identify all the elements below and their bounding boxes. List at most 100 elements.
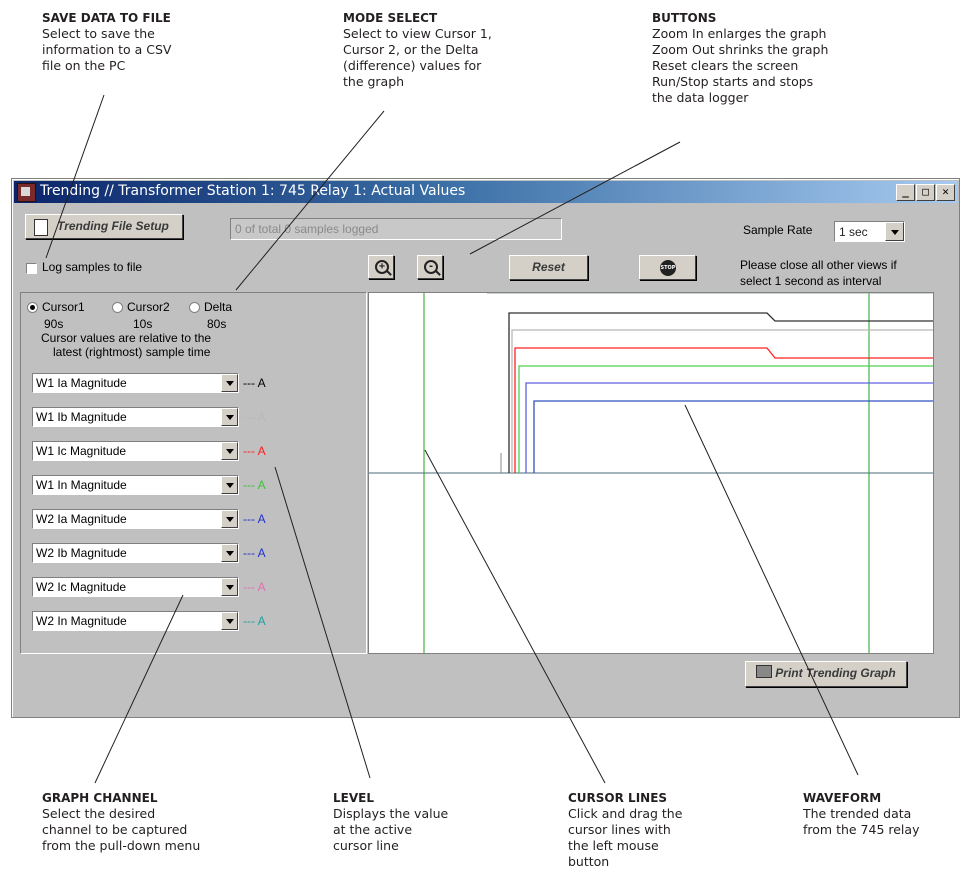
channel-select[interactable]: W2 In Magnitude — [32, 611, 239, 631]
delta-time: 80s — [207, 317, 227, 331]
trending-window: Trending // Transformer Station 1: 745 R… — [11, 178, 960, 718]
print-label: Print Trending Graph — [775, 666, 896, 680]
chevron-down-icon[interactable] — [885, 222, 904, 241]
callout-body: Select to save the information to a CSV … — [42, 26, 172, 73]
callout-title: CURSOR LINES — [568, 791, 668, 805]
callout-title: MODE SELECT — [343, 11, 438, 25]
callout-body: Click and drag the cursor lines with the… — [568, 806, 683, 869]
channel-select[interactable]: W1 In Magnitude — [32, 475, 239, 495]
zoom-out-button[interactable]: - — [417, 255, 443, 279]
close-button[interactable]: ✕ — [936, 184, 955, 201]
mode-radio-cursor1[interactable] — [27, 302, 38, 313]
interval-note-line1: Please close all other views if — [740, 258, 897, 272]
cursor-note-line1: Cursor values are relative to the — [41, 331, 212, 345]
channel-select[interactable]: W1 Ib Magnitude — [32, 407, 239, 427]
reset-button[interactable]: Reset — [509, 255, 588, 280]
mode-label-delta: Delta — [204, 300, 233, 314]
chevron-down-icon[interactable] — [221, 408, 238, 426]
minimize-button[interactable]: _ — [896, 184, 915, 201]
title-bar[interactable]: Trending // Transformer Station 1: 745 R… — [14, 181, 957, 203]
channel-level: --- A — [243, 580, 266, 594]
mode-label-cursor2: Cursor2 — [127, 300, 170, 314]
zoom-in-icon: + — [375, 260, 389, 274]
callout-cursor-lines: CURSOR LINES Click and drag the cursor l… — [568, 790, 682, 870]
mode-radio-cursor2[interactable] — [112, 302, 123, 313]
callout-mode-select: MODE SELECT Select to view Cursor 1, Cur… — [343, 10, 492, 90]
zoom-out-icon: - — [424, 260, 438, 274]
channel-level: --- A — [243, 614, 266, 628]
mode-radio-delta[interactable] — [189, 302, 200, 313]
cursor-note-line2: latest (rightmost) sample time — [53, 345, 211, 359]
chevron-down-icon[interactable] — [221, 442, 238, 460]
channel-select[interactable]: W2 Ib Magnitude — [32, 543, 239, 563]
callout-level: LEVEL Displays the value at the active c… — [333, 790, 448, 854]
app-icon — [17, 183, 36, 202]
printer-icon — [756, 665, 773, 678]
trending-graph[interactable] — [368, 292, 934, 654]
channel-select-value: W2 Ib Magnitude — [36, 546, 127, 560]
channel-select[interactable]: W2 Ic Magnitude — [32, 577, 239, 597]
channel-select-value: W1 Ic Magnitude — [36, 444, 127, 458]
interval-note-line2: select 1 second as interval — [740, 274, 882, 288]
chevron-down-icon[interactable] — [221, 544, 238, 562]
callout-title: BUTTONS — [652, 11, 717, 25]
waveform-trace — [514, 347, 933, 473]
log-samples-checkbox[interactable] — [26, 263, 37, 274]
maximize-button[interactable]: □ — [916, 184, 935, 201]
channel-level: --- A — [243, 546, 266, 560]
chevron-down-icon[interactable] — [221, 578, 238, 596]
chevron-down-icon[interactable] — [221, 510, 238, 528]
window-title: Trending // Transformer Station 1: 745 R… — [40, 183, 466, 199]
chevron-down-icon[interactable] — [221, 476, 238, 494]
callout-body: Select the desired channel to be capture… — [42, 806, 201, 853]
trending-file-setup-button[interactable]: Trending File Setup — [25, 214, 183, 239]
samples-status-field: 0 of total 0 samples logged — [230, 218, 562, 240]
channel-level: --- A — [243, 512, 266, 526]
mode-label-cursor1: Cursor1 — [42, 300, 85, 314]
callout-title: GRAPH CHANNEL — [42, 791, 158, 805]
channel-select[interactable]: W1 Ia Magnitude — [32, 373, 239, 393]
log-samples-label: Log samples to file — [42, 260, 143, 274]
callout-title: LEVEL — [333, 791, 374, 805]
zoom-in-button[interactable]: + — [368, 255, 394, 279]
channel-panel: Cursor1 Cursor2 Delta 90s 10s 80s Cursor… — [20, 292, 367, 654]
channel-level: --- A — [243, 478, 266, 492]
callout-waveform: WAVEFORM The trended data from the 745 r… — [803, 790, 919, 838]
run-stop-button[interactable]: STOP — [639, 255, 696, 280]
callout-save-data: SAVE DATA TO FILE Select to save the inf… — [42, 10, 172, 74]
waveform-trace — [533, 400, 933, 473]
callout-title: SAVE DATA TO FILE — [42, 11, 171, 25]
trending-file-setup-label: Trending File Setup — [57, 219, 169, 233]
callout-body: The trended data from the 745 relay — [803, 806, 920, 837]
channel-select-value: W2 Ia Magnitude — [36, 512, 127, 526]
channel-select-value: W1 Ia Magnitude — [36, 376, 127, 390]
sample-rate-label: Sample Rate — [743, 223, 813, 237]
cursor2-time: 10s — [133, 317, 153, 331]
sample-rate-select[interactable]: 1 sec — [834, 221, 905, 242]
channel-select-value: W1 Ib Magnitude — [36, 410, 127, 424]
callout-body: Zoom In enlarges the graph Zoom Out shri… — [652, 26, 829, 105]
callout-body: Select to view Cursor 1, Cursor 2, or th… — [343, 26, 492, 89]
file-setup-icon — [34, 219, 48, 236]
channel-level: --- A — [243, 444, 266, 458]
chevron-down-icon[interactable] — [221, 374, 238, 392]
callout-buttons: BUTTONS Zoom In enlarges the graph Zoom … — [652, 10, 828, 106]
waveform-trace — [525, 382, 933, 473]
cursor1-time: 90s — [44, 317, 64, 331]
graph-canvas[interactable] — [369, 293, 933, 653]
stop-icon: STOP — [660, 260, 676, 276]
channel-select-value: W1 In Magnitude — [36, 478, 127, 492]
channel-level: --- A — [243, 376, 266, 390]
sample-rate-value: 1 sec — [839, 225, 868, 239]
callout-title: WAVEFORM — [803, 791, 882, 805]
chevron-down-icon[interactable] — [221, 612, 238, 630]
waveform-trace — [518, 365, 933, 473]
print-trending-graph-button[interactable]: Print Trending Graph — [745, 661, 907, 687]
channel-select-value: W2 Ic Magnitude — [36, 580, 127, 594]
channel-level: --- A — [243, 410, 266, 424]
channel-select[interactable]: W1 Ic Magnitude — [32, 441, 239, 461]
callout-graph-channel: GRAPH CHANNEL Select the desired channel… — [42, 790, 200, 854]
channel-select-value: W2 In Magnitude — [36, 614, 127, 628]
channel-select[interactable]: W2 Ia Magnitude — [32, 509, 239, 529]
callout-body: Displays the value at the active cursor … — [333, 806, 449, 853]
